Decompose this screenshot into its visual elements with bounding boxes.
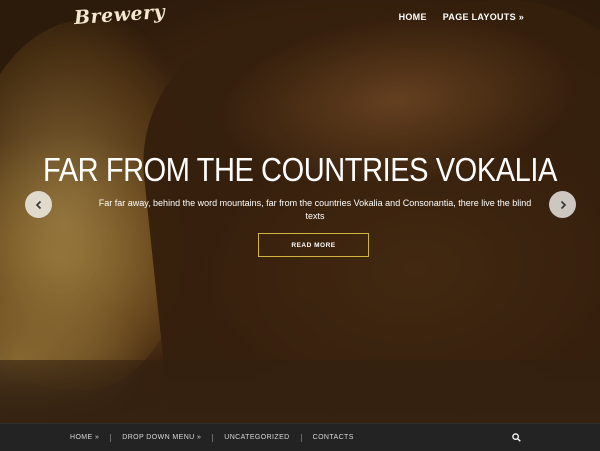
bottom-nav-uncategorized[interactable]: UNCATEGORIZED bbox=[224, 434, 289, 441]
nav-divider bbox=[212, 433, 214, 442]
search-icon[interactable] bbox=[512, 433, 521, 442]
nav-item-page-layouts[interactable]: PAGE LAYOUTS » bbox=[443, 12, 524, 22]
bottom-nav-contacts[interactable]: CONTACTS bbox=[313, 434, 354, 441]
slider-prev-button[interactable] bbox=[25, 191, 52, 218]
slide-text: Far far away, behind the word mountains,… bbox=[98, 198, 532, 221]
bottom-nav-home[interactable]: HOME » bbox=[70, 434, 99, 441]
chevron-left-icon bbox=[35, 200, 41, 209]
slide-title: FAR FROM THE COUNTRIES VOKALIA bbox=[43, 151, 557, 188]
read-more-button[interactable]: READ MORE bbox=[258, 233, 369, 257]
nav-divider bbox=[300, 433, 302, 442]
chevron-right-icon bbox=[560, 200, 566, 209]
bottom-navigation: HOME » DROP DOWN MENU » UNCATEGORIZED CO… bbox=[70, 424, 354, 451]
nav-divider bbox=[110, 433, 112, 442]
slider-next-button[interactable] bbox=[549, 191, 576, 218]
bottom-nav-drop-down-menu[interactable]: DROP DOWN MENU » bbox=[122, 434, 201, 441]
bottom-navigation-bar: HOME » DROP DOWN MENU » UNCATEGORIZED CO… bbox=[0, 423, 600, 451]
nav-item-home[interactable]: HOME bbox=[399, 12, 427, 22]
top-navigation: HOME PAGE LAYOUTS » bbox=[399, 12, 524, 22]
